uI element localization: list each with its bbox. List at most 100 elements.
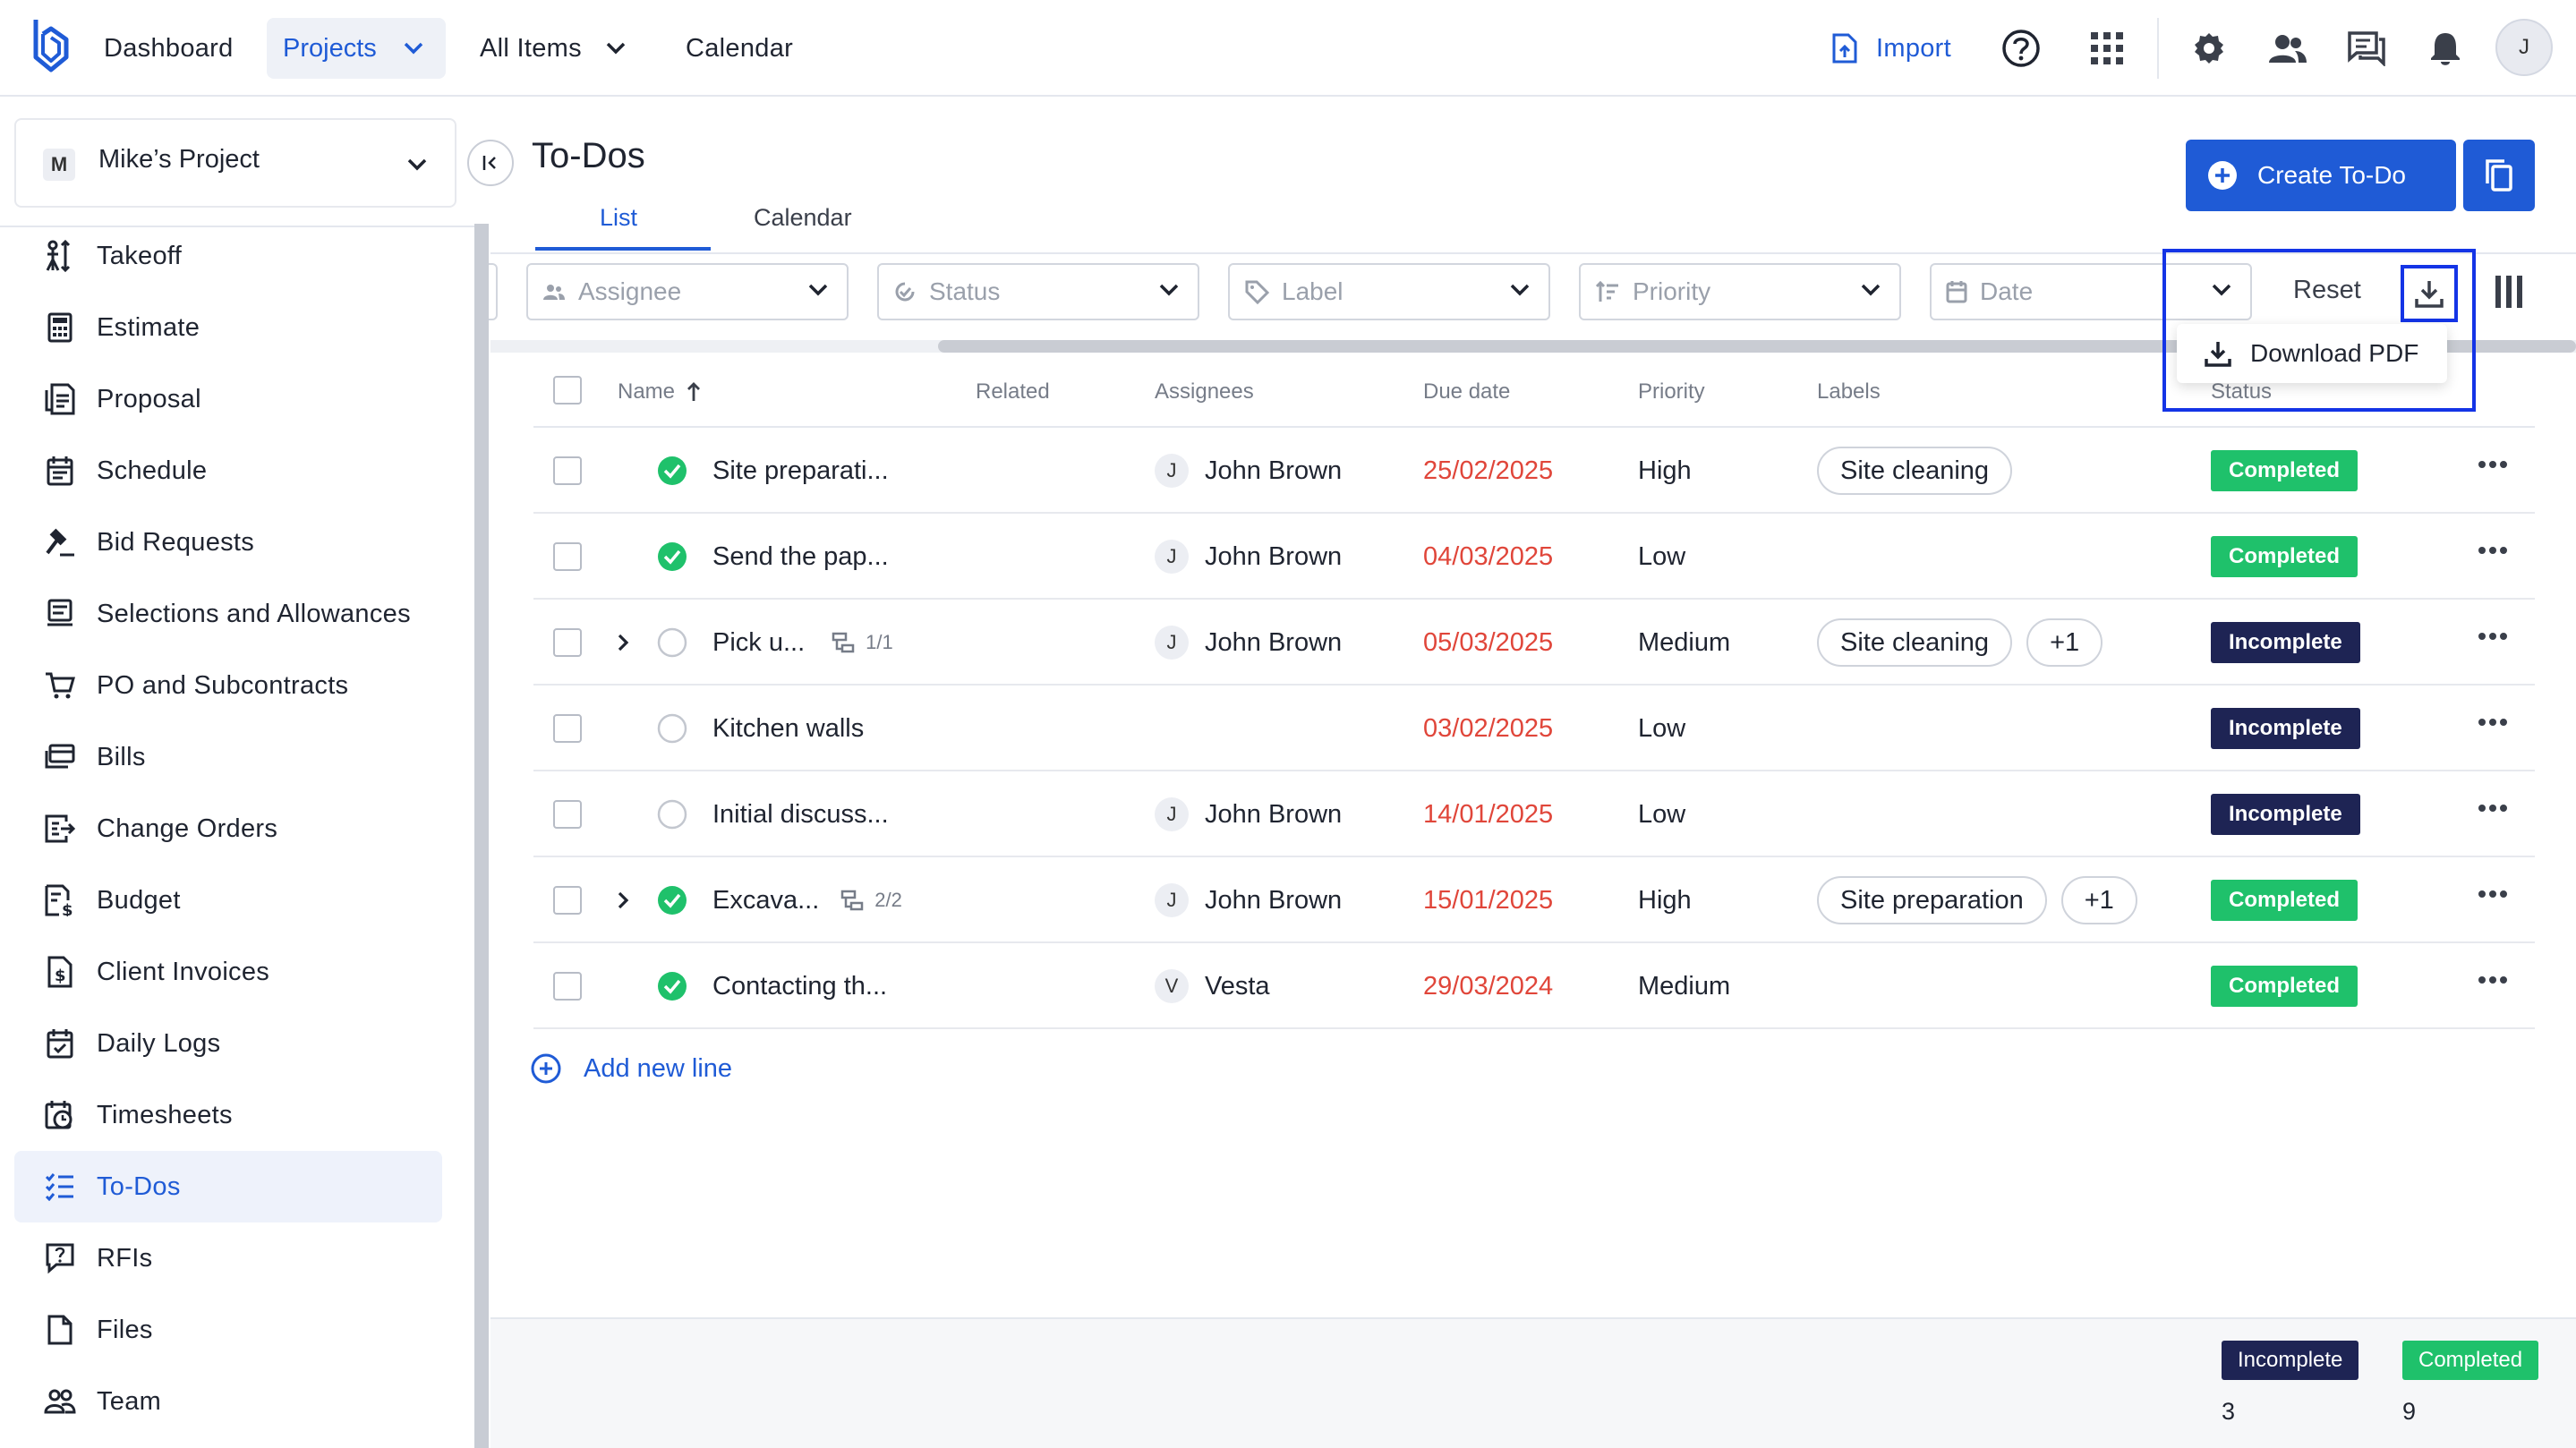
sidebar-item-client-invoices[interactable]: $ Client Invoices: [14, 936, 442, 1008]
more-options-icon[interactable]: [2478, 804, 2508, 813]
row-checkbox[interactable]: [553, 886, 582, 915]
nav-projects[interactable]: Projects: [267, 18, 446, 79]
table-row[interactable]: Site preparati... J John Brown 25/02/202…: [533, 428, 2535, 514]
status-filter[interactable]: Status: [877, 263, 1199, 320]
column-header-labels[interactable]: Labels: [1817, 379, 1881, 405]
table-row[interactable]: Contacting th... V Vesta 29/03/2024 Medi…: [533, 943, 2535, 1029]
status-badge[interactable]: Incomplete: [2211, 708, 2360, 749]
expand-chevron-icon[interactable]: [616, 857, 630, 943]
nav-dashboard[interactable]: Dashboard: [104, 0, 234, 97]
column-header-name[interactable]: Name: [618, 379, 702, 405]
more-options-icon[interactable]: [2478, 975, 2508, 984]
check-circle-icon[interactable]: [657, 428, 687, 514]
todo-name[interactable]: Site preparati...: [712, 428, 889, 514]
table-row[interactable]: Pick u... 1/1 J John Brown 05/03/2025 Me…: [533, 600, 2535, 686]
row-checkbox[interactable]: [553, 800, 582, 829]
sidebar-item-bills[interactable]: Bills: [14, 721, 442, 793]
select-all-checkbox[interactable]: [553, 376, 582, 405]
more-options-icon[interactable]: [2478, 632, 2508, 641]
project-selector[interactable]: M Mike’s Project: [14, 118, 456, 208]
check-circle-icon[interactable]: [657, 514, 687, 600]
sidebar-item-daily-logs[interactable]: Daily Logs: [14, 1008, 442, 1079]
status-badge[interactable]: Incomplete: [2211, 622, 2360, 663]
row-checkbox[interactable]: [553, 542, 582, 571]
more-options-icon[interactable]: [2478, 460, 2508, 469]
table-row[interactable]: Kitchen walls 03/02/2025 Low Incomplete: [533, 686, 2535, 771]
sidebar-item-proposal[interactable]: Proposal: [14, 363, 442, 435]
row-checkbox[interactable]: [553, 972, 582, 1001]
help-icon[interactable]: [1998, 25, 2044, 72]
apps-grid-icon[interactable]: [2084, 25, 2130, 72]
check-circle-icon[interactable]: [657, 943, 687, 1029]
status-badge[interactable]: Completed: [2211, 450, 2358, 491]
user-avatar[interactable]: J: [2495, 19, 2553, 76]
more-labels-pill[interactable]: +1: [2026, 618, 2103, 667]
todo-name[interactable]: Kitchen walls: [712, 686, 864, 771]
assignee-filter[interactable]: Assignee: [526, 263, 849, 320]
table-row[interactable]: Excava... 2/2 J John Brown 15/01/2025 Hi…: [533, 857, 2535, 943]
sidebar-item-takeoff[interactable]: Takeoff: [14, 220, 442, 292]
status-badge[interactable]: Completed: [2211, 880, 2358, 921]
sidebar-item-schedule[interactable]: Schedule: [14, 435, 442, 507]
todo-name[interactable]: Contacting th...: [712, 943, 887, 1029]
gear-icon[interactable]: [2186, 25, 2232, 72]
sidebar-item-bid-requests[interactable]: Bid Requests: [14, 507, 442, 578]
expand-chevron-icon[interactable]: [616, 600, 630, 686]
status-badge[interactable]: Completed: [2211, 536, 2358, 577]
sidebar-item-rfis[interactable]: RFIs: [14, 1222, 442, 1294]
empty-circle-icon[interactable]: [657, 686, 687, 771]
status-badge[interactable]: Completed: [2211, 966, 2358, 1007]
more-options-icon[interactable]: [2478, 718, 2508, 727]
column-header-priority[interactable]: Priority: [1638, 379, 1705, 405]
more-options-icon[interactable]: [2478, 546, 2508, 555]
sidebar-item-files[interactable]: Files: [14, 1294, 442, 1366]
row-checkbox[interactable]: [553, 456, 582, 485]
todo-name[interactable]: Initial discuss...: [712, 771, 889, 857]
more-labels-pill[interactable]: +1: [2060, 876, 2137, 924]
nav-calendar[interactable]: Calendar: [686, 0, 793, 97]
nav-all-items[interactable]: All Items: [480, 0, 627, 97]
label-filter[interactable]: Label: [1228, 263, 1550, 320]
create-todo-button[interactable]: Create To-Do: [2186, 140, 2456, 211]
users-icon[interactable]: [2265, 25, 2311, 72]
tab-calendar[interactable]: Calendar: [754, 204, 852, 232]
priority-filter[interactable]: Priority: [1579, 263, 1901, 320]
status-badge[interactable]: Incomplete: [2211, 794, 2360, 835]
todo-name[interactable]: Excava...: [712, 886, 819, 916]
sidebar-item-team[interactable]: Team: [14, 1366, 442, 1437]
more-options-icon[interactable]: [2478, 890, 2508, 899]
row-checkbox[interactable]: [553, 628, 582, 657]
bell-icon[interactable]: [2422, 25, 2469, 72]
empty-circle-icon[interactable]: [657, 771, 687, 857]
label-pill[interactable]: Site cleaning: [1817, 447, 2013, 495]
todo-name[interactable]: Send the pap...: [712, 514, 889, 600]
import-button[interactable]: Import: [1831, 0, 1951, 97]
columns-icon[interactable]: [2494, 274, 2524, 310]
copy-button[interactable]: [2463, 140, 2535, 211]
messages-icon[interactable]: [2343, 25, 2390, 72]
table-row[interactable]: Initial discuss... J John Brown 14/01/20…: [533, 771, 2535, 857]
label-pill[interactable]: Site preparation: [1817, 876, 2047, 924]
label-pill[interactable]: Site cleaning: [1817, 618, 2013, 667]
sidebar-item-selections-allowances[interactable]: Selections and Allowances: [14, 578, 442, 650]
row-checkbox[interactable]: [553, 714, 582, 743]
tab-list[interactable]: List: [600, 204, 637, 232]
sidebar-item-todos[interactable]: To-Dos: [14, 1151, 442, 1222]
sidebar-item-po-subcontracts[interactable]: PO and Subcontracts: [14, 650, 442, 721]
empty-circle-icon[interactable]: [657, 600, 687, 686]
check-circle-icon[interactable]: [657, 857, 687, 943]
app-logo-icon[interactable]: [30, 16, 72, 75]
chevron-down-icon: [1509, 281, 1531, 299]
column-header-assignees[interactable]: Assignees: [1155, 379, 1254, 405]
sidebar-item-change-orders[interactable]: Change Orders: [14, 793, 442, 865]
todo-name[interactable]: Pick u...: [712, 628, 805, 658]
sidebar-item-timesheets[interactable]: Timesheets: [14, 1079, 442, 1151]
sidebar-scrollbar[interactable]: [474, 224, 489, 1448]
column-header-due-date[interactable]: Due date: [1423, 379, 1510, 405]
add-new-line-button[interactable]: Add new line: [530, 1052, 732, 1085]
collapse-sidebar-button[interactable]: [467, 140, 514, 186]
sidebar-item-budget[interactable]: $ Budget: [14, 865, 442, 936]
sidebar-item-estimate[interactable]: Estimate: [14, 292, 442, 363]
table-row[interactable]: Send the pap... J John Brown 04/03/2025 …: [533, 514, 2535, 600]
column-header-related[interactable]: Related: [976, 379, 1050, 405]
